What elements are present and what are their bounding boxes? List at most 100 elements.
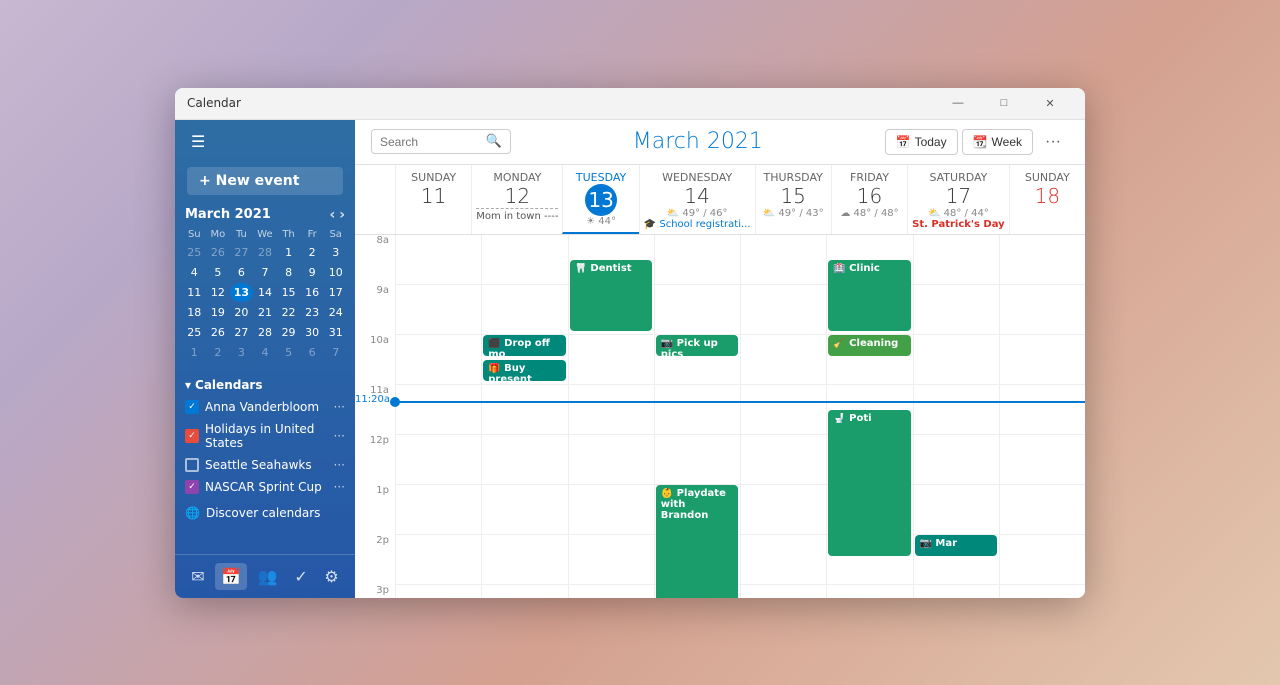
mini-day[interactable]: 6	[230, 263, 253, 282]
cell-sun-12[interactable]	[395, 435, 481, 485]
mini-day[interactable]: 10	[324, 263, 347, 282]
mini-day[interactable]: 18	[183, 303, 206, 322]
calendar-more-holidays[interactable]: ···	[334, 429, 345, 443]
mini-day[interactable]: 14	[254, 283, 277, 302]
mini-day[interactable]: 19	[207, 303, 230, 322]
mini-day[interactable]: 25	[183, 243, 206, 262]
mini-day[interactable]: 24	[324, 303, 347, 322]
mini-day[interactable]: 21	[254, 303, 277, 322]
cell-mon-8[interactable]	[481, 235, 567, 285]
calendar-event[interactable]: ⬛ Drop off mo	[483, 335, 565, 356]
cell-tue-11[interactable]	[568, 385, 654, 435]
mini-day[interactable]: 5	[277, 343, 300, 362]
discover-calendars-button[interactable]: 🌐 Discover calendars	[183, 502, 347, 524]
mini-day[interactable]: 3	[324, 243, 347, 262]
mini-day[interactable]: 20	[230, 303, 253, 322]
mini-day[interactable]: 31	[324, 323, 347, 342]
mini-day[interactable]: 27	[230, 243, 253, 262]
calendar-event[interactable]: 🦷 Dentist	[570, 260, 652, 331]
mini-day[interactable]: 4	[254, 343, 277, 362]
cell-mon-9[interactable]	[481, 285, 567, 335]
mini-day[interactable]: 23	[301, 303, 324, 322]
mini-cal-prev[interactable]: ‹	[329, 207, 335, 223]
calendar-nav-icon[interactable]: 📅	[215, 563, 247, 590]
mini-day[interactable]: 11	[183, 283, 206, 302]
cell-thu-10[interactable]	[740, 335, 826, 385]
cell-wed-11[interactable]	[654, 385, 740, 435]
mini-day[interactable]: 1	[277, 243, 300, 262]
calendar-item-nascar[interactable]: ✓ NASCAR Sprint Cup ···	[183, 476, 347, 498]
mini-day[interactable]: 25	[183, 323, 206, 342]
calendar-event[interactable]: 📷 Mar	[915, 535, 997, 556]
mini-day[interactable]: 2	[301, 243, 324, 262]
cell-sun-2[interactable]	[395, 535, 481, 585]
cell-sun-8[interactable]	[395, 235, 481, 285]
calendar-event[interactable]: 🚽 Poti	[828, 410, 910, 556]
calendar-more-anna[interactable]: ···	[334, 400, 345, 414]
tasks-icon[interactable]: ✓	[288, 563, 313, 590]
cell-sat-10[interactable]	[913, 335, 999, 385]
cell-sun2-8[interactable]	[999, 235, 1085, 285]
cell-thu-12[interactable]	[740, 435, 826, 485]
cell-sun2-10[interactable]	[999, 335, 1085, 385]
mini-day[interactable]: 15	[277, 283, 300, 302]
calendar-more-nascar[interactable]: ···	[334, 480, 345, 494]
maximize-button[interactable]: □	[981, 88, 1027, 120]
cell-sun2-11[interactable]	[999, 385, 1085, 435]
cell-sun2-3[interactable]	[999, 585, 1085, 598]
mini-day[interactable]: 4	[183, 263, 206, 282]
cell-wed-8[interactable]	[654, 235, 740, 285]
calendar-event[interactable]: 🧹 Cleaning	[828, 335, 910, 356]
cell-mon-2[interactable]	[481, 535, 567, 585]
cell-tue-10[interactable]	[568, 335, 654, 385]
mini-day[interactable]: 17	[324, 283, 347, 302]
cell-wed-9[interactable]	[654, 285, 740, 335]
cell-thu-8[interactable]	[740, 235, 826, 285]
calendar-event[interactable]: 👶 Playdate with Brandon	[656, 485, 738, 598]
mini-day[interactable]: 2	[207, 343, 230, 362]
cell-sat-9[interactable]	[913, 285, 999, 335]
cell-fri-3[interactable]	[826, 585, 912, 598]
mini-day[interactable]: 6	[301, 343, 324, 362]
cell-tue-1[interactable]	[568, 485, 654, 535]
mini-day[interactable]: 5	[207, 263, 230, 282]
cell-sun2-12[interactable]	[999, 435, 1085, 485]
cell-sun2-9[interactable]	[999, 285, 1085, 335]
mail-icon[interactable]: ✉	[185, 563, 210, 590]
mini-day[interactable]: 16	[301, 283, 324, 302]
mini-day[interactable]: 3	[230, 343, 253, 362]
week-button[interactable]: 📆 Week	[962, 129, 1033, 155]
minimize-button[interactable]: —	[935, 88, 981, 120]
mini-day[interactable]: 9	[301, 263, 324, 282]
cell-sun-10[interactable]	[395, 335, 481, 385]
cell-sun-11[interactable]	[395, 385, 481, 435]
mini-day[interactable]: 1	[183, 343, 206, 362]
cell-sat-1[interactable]	[913, 485, 999, 535]
mini-day[interactable]: 28	[254, 243, 277, 262]
cell-sun2-1[interactable]	[999, 485, 1085, 535]
cell-sat-12[interactable]	[913, 435, 999, 485]
settings-icon[interactable]: ⚙	[318, 563, 344, 590]
calendar-event[interactable]: 🏥 Clinic	[828, 260, 910, 331]
mini-day[interactable]: 7	[324, 343, 347, 362]
cell-thu-3[interactable]	[740, 585, 826, 598]
mini-cal-next[interactable]: ›	[339, 207, 345, 223]
calendar-item-holidays[interactable]: ✓ Holidays in United States ···	[183, 418, 347, 454]
mini-day[interactable]: 26	[207, 323, 230, 342]
cell-thu-11[interactable]	[740, 385, 826, 435]
header-more-button[interactable]: ···	[1037, 128, 1069, 156]
today-button[interactable]: 📅 Today	[885, 129, 958, 155]
mini-day[interactable]: 29	[277, 323, 300, 342]
cell-mon-1[interactable]	[481, 485, 567, 535]
mini-day[interactable]: 28	[254, 323, 277, 342]
cell-sun-9[interactable]	[395, 285, 481, 335]
cell-sat-8[interactable]	[913, 235, 999, 285]
hamburger-icon[interactable]: ☰	[187, 128, 209, 155]
close-button[interactable]: ✕	[1027, 88, 1073, 120]
cell-sun-1[interactable]	[395, 485, 481, 535]
cell-thu-2[interactable]	[740, 535, 826, 585]
calendar-event[interactable]: 📷 Pick up pics	[656, 335, 738, 356]
cell-tue-2[interactable]	[568, 535, 654, 585]
new-event-button[interactable]: + New event	[187, 167, 343, 195]
people-icon[interactable]: 👥	[252, 563, 284, 590]
